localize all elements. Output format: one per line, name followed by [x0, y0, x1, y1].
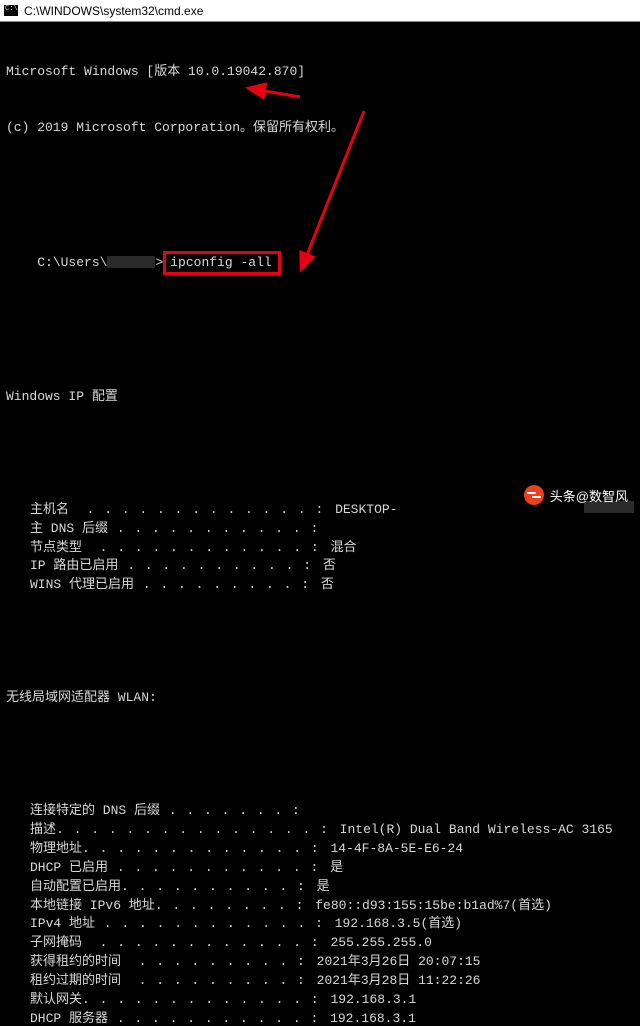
copyright-line: (c) 2019 Microsoft Corporation。保留所有权利。 — [6, 119, 634, 138]
dots: . . . . . . . . . . . — [108, 859, 310, 878]
dots: . . . . . . . — [160, 802, 292, 821]
output-row: 获得租约的时间 . . . . . . . . . : 2021年3月26日 2… — [6, 953, 634, 972]
output-row: 描述. . . . . . . . . . . . . . . : Intel(… — [6, 821, 634, 840]
field-value: 192.168.3.1 — [330, 991, 634, 1010]
terminal-output[interactable]: Microsoft Windows [版本 10.0.19042.870] (c… — [0, 22, 640, 1026]
dots: . . . . . . . . . . . — [108, 520, 310, 539]
field-value: Intel(R) Dual Band Wireless-AC 3165 — [340, 821, 634, 840]
field-label: 默认网关 — [30, 991, 82, 1010]
window-title: C:\WINDOWS\system32\cmd.exe — [24, 4, 203, 18]
section-heading: 无线局域网适配器 WLAN: — [6, 689, 634, 708]
dots: . . . . . . . . — [155, 897, 296, 916]
output-row: WINS 代理已启用 . . . . . . . . . : 否 — [6, 576, 634, 595]
output-row: 主 DNS 后缀 . . . . . . . . . . . : — [6, 520, 634, 539]
output-row: DHCP 服务器 . . . . . . . . . . . : 192.168… — [6, 1010, 634, 1026]
dots: . . . . . . . . . — [121, 953, 297, 972]
dots: . . . . . . . . . . . — [108, 1010, 310, 1026]
dots: . . . . . . . . . . . . . — [82, 840, 311, 859]
dots: . . . . . . . . . . . . — [82, 539, 311, 558]
field-label: DHCP 服务器 — [30, 1010, 108, 1026]
dots: . . . . . . . . . — [134, 576, 301, 595]
dots: . . . . . . . . . . . . . — [69, 501, 315, 520]
output-row: IP 路由已启用 . . . . . . . . . . : 否 — [6, 557, 634, 576]
output-row: 连接特定的 DNS 后缀 . . . . . . . : — [6, 802, 634, 821]
field-value: fe80::d93:155:15be:b1ad%7(首选) — [315, 897, 634, 916]
field-label: 本地链接 IPv6 地址 — [30, 897, 155, 916]
field-value: 是 — [330, 859, 634, 878]
field-label: 连接特定的 DNS 后缀 — [30, 802, 160, 821]
field-value: 14-4F-8A-5E-E6-24 — [330, 840, 634, 859]
field-label: 物理地址 — [30, 840, 82, 859]
output-row: 默认网关. . . . . . . . . . . . . : 192.168.… — [6, 991, 634, 1010]
field-label: 主机名 — [30, 501, 69, 520]
field-value — [312, 802, 634, 821]
prompt-line: C:\Users\ > ipconfig -all — [6, 232, 634, 293]
output-row: 子网掩码 . . . . . . . . . . . . : 255.255.2… — [6, 934, 634, 953]
field-label: 主 DNS 后缀 — [30, 520, 108, 539]
output-row: 租约过期的时间 . . . . . . . . . : 2021年3月28日 1… — [6, 972, 634, 991]
typed-command: ipconfig -all — [170, 255, 271, 270]
cmd-icon — [4, 5, 18, 16]
redacted-username — [107, 256, 155, 268]
dots: . . . . . . . . . — [121, 972, 297, 991]
field-value: 255.255.255.0 — [330, 934, 634, 953]
toutiao-icon — [524, 485, 544, 505]
command-highlight: ipconfig -all — [163, 251, 280, 275]
field-value — [330, 520, 634, 539]
output-row: 节点类型 . . . . . . . . . . . . : 混合 — [6, 539, 634, 558]
dots: . . . . . . . . . . — [118, 557, 303, 576]
output-row: 本地链接 IPv6 地址. . . . . . . . : fe80::d93:… — [6, 897, 634, 916]
field-label: 节点类型 — [30, 539, 82, 558]
version-line: Microsoft Windows [版本 10.0.19042.870] — [6, 63, 634, 82]
dots: . . . . . . . . . . — [121, 878, 297, 897]
prompt-prefix: C:\Users\ — [37, 255, 107, 270]
field-label: WINS 代理已启用 — [30, 576, 134, 595]
watermark: 头条@数智风 — [524, 485, 628, 505]
dots: . . . . . . . . . . . . — [82, 934, 311, 953]
field-value: 是 — [317, 878, 634, 897]
field-value: 否 — [323, 557, 634, 576]
field-value: 192.168.3.1 — [330, 1010, 634, 1026]
field-value: 192.168.3.5(首选) — [335, 915, 634, 934]
dots: . . . . . . . . . . . . . . . — [56, 821, 320, 840]
field-label: IP 路由已启用 — [30, 557, 118, 576]
field-label: IPv4 地址 — [30, 915, 95, 934]
field-value: 否 — [321, 576, 634, 595]
dots: . . . . . . . . . . . . . — [82, 991, 311, 1010]
output-row: 物理地址. . . . . . . . . . . . . : 14-4F-8A… — [6, 840, 634, 859]
output-row: DHCP 已启用 . . . . . . . . . . . : 是 — [6, 859, 634, 878]
field-label: 获得租约的时间 — [30, 953, 121, 972]
watermark-text: 头条@数智风 — [550, 486, 628, 505]
field-label: 自动配置已启用 — [30, 878, 121, 897]
field-label: 描述 — [30, 821, 56, 840]
section-heading: Windows IP 配置 — [6, 388, 634, 407]
field-value: 混合 — [330, 539, 634, 558]
prompt-suffix: > — [155, 255, 163, 270]
field-label: 子网掩码 — [30, 934, 82, 953]
output-row: IPv4 地址 . . . . . . . . . . . . : 192.16… — [6, 915, 634, 934]
dots: . . . . . . . . . . . . — [95, 915, 315, 934]
field-label: DHCP 已启用 — [30, 859, 108, 878]
field-label: 租约过期的时间 — [30, 972, 121, 991]
window-titlebar[interactable]: C:\WINDOWS\system32\cmd.exe — [0, 0, 640, 22]
output-row: 自动配置已启用. . . . . . . . . . : 是 — [6, 878, 634, 897]
field-value: 2021年3月26日 20:07:15 — [317, 953, 634, 972]
field-value: 2021年3月28日 11:22:26 — [317, 972, 634, 991]
